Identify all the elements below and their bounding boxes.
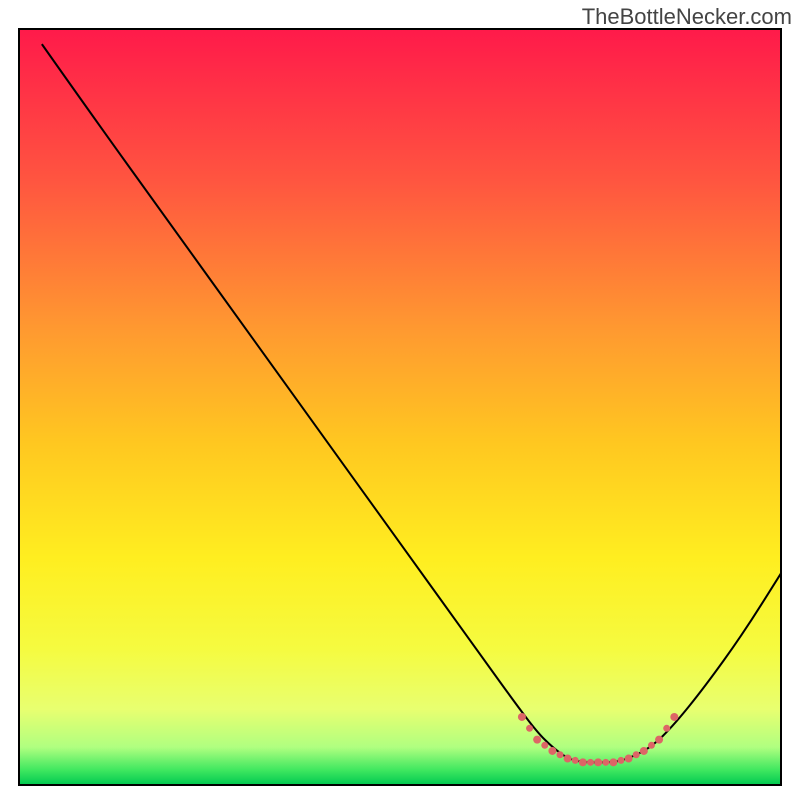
watermark-text: TheBottleNecker.com [582,4,792,30]
plot-background [19,29,781,785]
dotted-marker-point [617,757,624,764]
chart-container: TheBottleNecker.com [0,0,800,800]
dotted-marker-point [602,759,609,766]
dotted-marker-point [655,736,663,744]
dotted-marker-point [533,736,541,744]
dotted-marker-point [640,747,648,755]
dotted-marker-point [587,759,594,766]
dotted-marker-point [633,751,640,758]
dotted-marker-point [594,758,602,766]
dotted-marker-point [625,755,633,763]
dotted-marker-point [564,755,572,763]
dotted-marker-point [541,742,548,749]
dotted-marker-point [572,757,579,764]
dotted-marker-point [609,758,617,766]
dotted-marker-point [526,725,533,732]
dotted-marker-point [663,725,670,732]
dotted-marker-point [557,751,564,758]
dotted-marker-point [518,713,526,721]
dotted-marker-point [670,713,678,721]
dotted-marker-point [579,758,587,766]
dotted-marker-point [548,747,556,755]
dotted-marker-point [648,742,655,749]
gradient-chart [0,0,800,800]
